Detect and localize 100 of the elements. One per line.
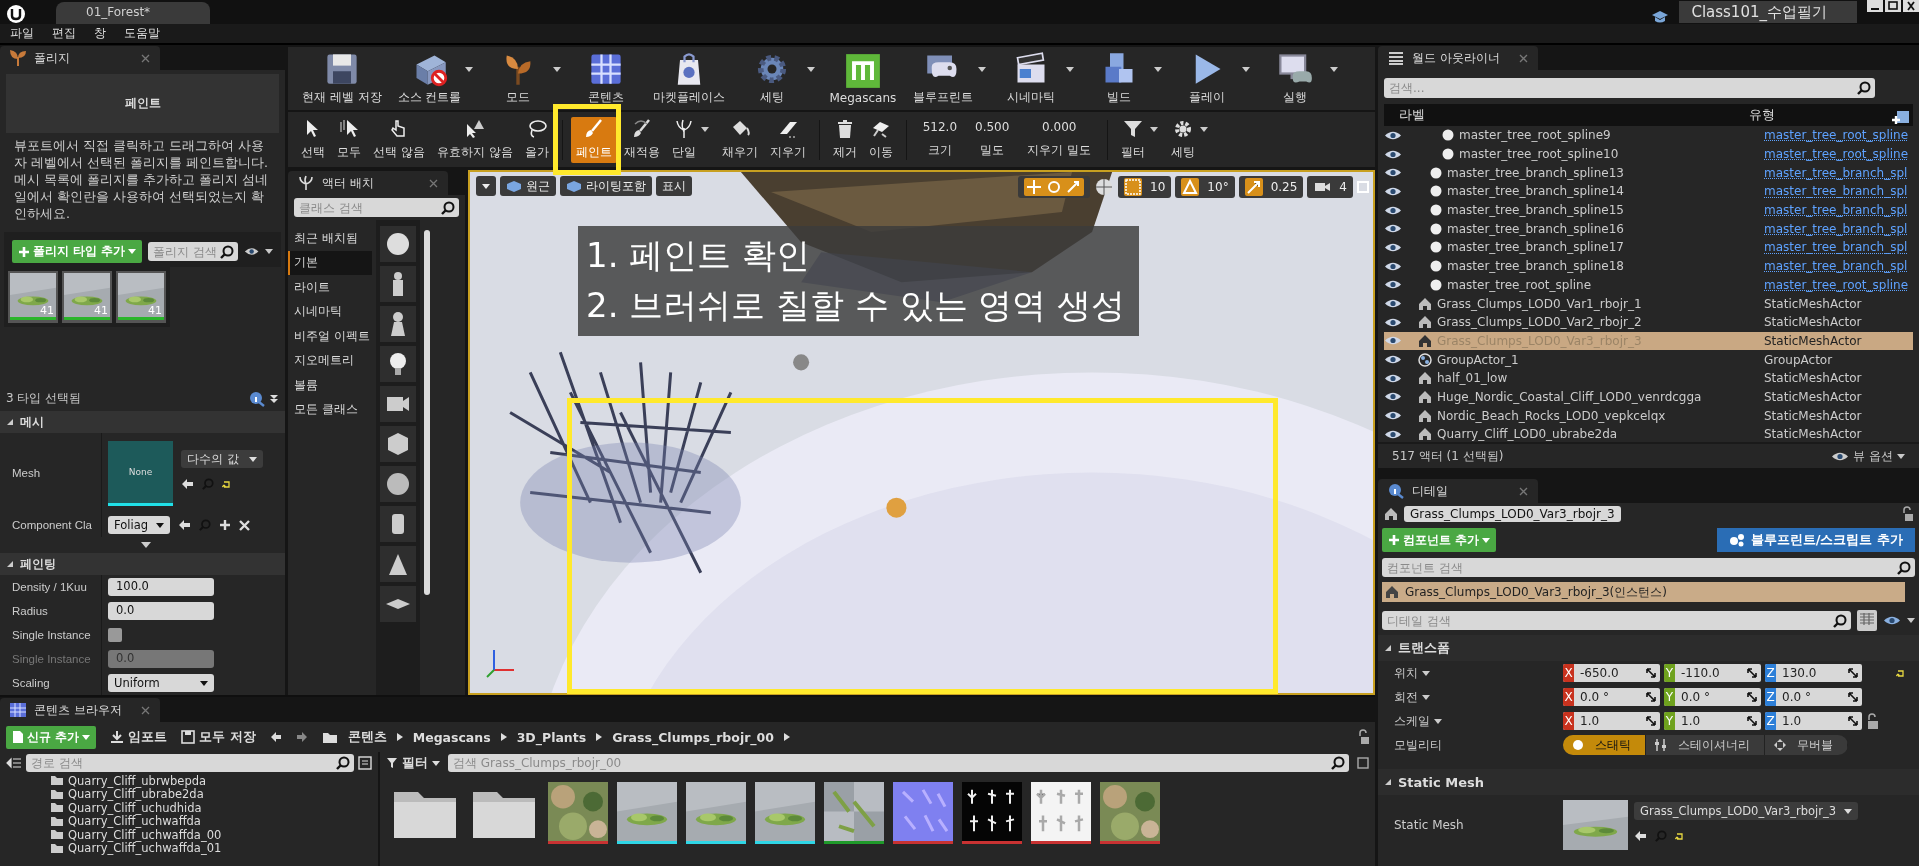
view-button[interactable]: 표시 xyxy=(656,176,692,196)
asset-tile[interactable] xyxy=(548,782,608,844)
outliner-row[interactable]: Grass_Clumps_LOD0_Var2_rbojr_2 StaticMeshActor xyxy=(1384,312,1913,332)
section-header[interactable]: 페인팅 xyxy=(0,553,285,575)
panel-tab[interactable]: 폴리지 xyxy=(0,46,160,70)
vector-field[interactable]: X 0.0 ° xyxy=(1563,688,1660,706)
toolbar-button[interactable]: Megascans xyxy=(823,48,903,109)
panel-tab[interactable]: 액터 배치 xyxy=(288,171,448,195)
outliner-row[interactable]: master_tree_branch_spline13 master_tree_branch_spl xyxy=(1384,163,1913,183)
mesh-dropdown[interactable]: Grass_Clumps_LOD0_Var3_rbojr_3 xyxy=(1634,802,1859,820)
breadcrumb-link[interactable]: 콘텐츠 xyxy=(347,728,387,746)
folder-item[interactable]: Quarry_Cliff_ubrwbepda xyxy=(68,774,207,788)
vector-field[interactable]: Z 0.0 ° xyxy=(1765,688,1862,706)
search-field[interactable]: 검색... xyxy=(1384,78,1875,98)
view-options-button[interactable]: 뷰 옵션 xyxy=(1831,447,1905,465)
type-link[interactable]: master_tree_branch_spl xyxy=(1764,259,1908,274)
outliner-row[interactable]: master_tree_root_spline master_tree_root_spline xyxy=(1384,275,1913,295)
mobility-option[interactable]: 스태틱 xyxy=(1563,735,1646,755)
type-link[interactable]: master_tree_root_spline xyxy=(1764,147,1909,162)
tool-button[interactable]: 이동 xyxy=(863,116,898,163)
breadcrumb-link[interactable]: Grass_Clumps_rbojr_00 xyxy=(612,729,774,745)
type-link[interactable]: master_tree_branch_spl xyxy=(1764,184,1908,199)
snap-button[interactable]: 4 xyxy=(1307,176,1353,198)
actor-tile[interactable] xyxy=(380,426,416,462)
snap-button[interactable]: 10 xyxy=(1118,176,1172,198)
outliner-row[interactable]: Huge_Nordic_Coastal_Cliff_LOD0_venrdcgga StaticMeshActor xyxy=(1384,387,1913,407)
asset-tile[interactable] xyxy=(755,782,815,844)
toolbar-button[interactable]: 실행 xyxy=(1258,48,1333,109)
category-item[interactable]: 기본 xyxy=(288,250,372,275)
panel-tab[interactable]: 디테일 xyxy=(1378,479,1538,503)
property-label-button[interactable]: 위치 xyxy=(1378,661,1563,685)
tool-button[interactable]: 선택 xyxy=(296,116,330,163)
vector-field[interactable]: Z 1.0 xyxy=(1765,712,1862,730)
asset-tile[interactable] xyxy=(1031,782,1091,844)
type-link[interactable]: master_tree_branch_spl xyxy=(1764,221,1908,236)
category-item[interactable]: 최근 배치됨 xyxy=(288,226,372,251)
vector-field[interactable]: X -650.0 xyxy=(1563,664,1660,682)
tool-button[interactable]: 단일 xyxy=(666,116,701,163)
toolbar-button[interactable]: 시네마틱 xyxy=(994,48,1069,109)
scrollbar[interactable] xyxy=(424,230,430,595)
tool-button[interactable]: 세팅 xyxy=(1166,116,1201,163)
folder-item[interactable]: Quarry_Cliff_uchwaffda xyxy=(68,814,201,829)
column-header[interactable]: 라벨 xyxy=(1399,106,1749,124)
value-field[interactable]: 0.0 xyxy=(108,602,214,620)
folder-item[interactable]: Quarry_Cliff_uchwaffda_01 xyxy=(68,841,222,856)
folder-item[interactable]: Quarry_Cliff_uchudhida xyxy=(68,800,202,815)
vector-field[interactable]: X 1.0 xyxy=(1563,712,1660,730)
outliner-row[interactable]: Nordic_Beach_Rocks_LOD0_vepkcelqx StaticMeshActor xyxy=(1384,406,1913,425)
actor-tile[interactable] xyxy=(380,586,416,622)
checkbox[interactable] xyxy=(108,628,122,642)
category-item[interactable]: 지오메트리 xyxy=(288,348,372,373)
menu-item[interactable]: 파일 xyxy=(10,25,34,42)
save-all-button[interactable]: 모두 저장 xyxy=(181,728,256,746)
actor-tile[interactable] xyxy=(380,386,416,422)
asset-tile[interactable] xyxy=(893,782,953,844)
toolbar-button[interactable]: 플레이 xyxy=(1170,48,1245,109)
name-field[interactable]: Grass_Clumps_LOD0_Var3_rbojr_3 xyxy=(1404,506,1621,522)
tool-button[interactable]: 선택 않음 xyxy=(368,116,430,163)
menu-item[interactable]: 창 xyxy=(94,25,106,42)
search-field[interactable]: 컴포넌트 검색 xyxy=(1382,558,1915,577)
type-link[interactable]: master_tree_branch_spl xyxy=(1764,240,1908,255)
filter-button[interactable]: 필터 xyxy=(386,754,440,772)
section-header[interactable]: 트랜스폼 xyxy=(1378,635,1919,661)
column-header[interactable]: 유형 xyxy=(1749,106,1913,124)
search-field[interactable]: 경로 검색 xyxy=(26,754,354,772)
tool-button[interactable]: 필터 xyxy=(1116,116,1151,163)
toolbar-button[interactable]: 세팅 xyxy=(735,48,810,109)
tool-button[interactable]: 채우기 xyxy=(716,116,763,163)
actor-tile[interactable] xyxy=(380,466,416,502)
tool-button[interactable]: 재적용 xyxy=(618,116,665,163)
outliner-row[interactable]: Grass_Clumps_LOD0_Var1_rbojr_1 StaticMeshActor xyxy=(1384,294,1913,313)
toolbar-button[interactable]: 빌드 xyxy=(1082,48,1157,109)
vector-field[interactable]: Y 0.0 ° xyxy=(1664,688,1761,706)
folder-item[interactable]: Quarry_Cliff_uchwaffda_00 xyxy=(68,827,222,842)
value-dropdown[interactable]: Uniform xyxy=(108,674,214,692)
vector-field[interactable]: Y 1.0 xyxy=(1664,712,1761,730)
section-header[interactable]: 메시 xyxy=(0,411,285,433)
search-field[interactable]: 검색 Grass_Clumps_rbojr_00 xyxy=(448,754,1349,772)
toolbar-button[interactable]: 모드 xyxy=(481,48,556,109)
outliner-row[interactable]: master_tree_branch_spline17 master_tree_branch_spl xyxy=(1384,238,1913,257)
panel-tab[interactable]: 콘텐츠 브라우저 xyxy=(0,698,160,722)
search-field[interactable]: 디테일 검색 xyxy=(1382,611,1851,630)
asset-tile[interactable] xyxy=(1100,782,1160,844)
transform-tools[interactable] xyxy=(1018,176,1091,198)
section-header[interactable]: 페인트 xyxy=(6,74,279,133)
breadcrumb-link[interactable]: Megascans xyxy=(412,729,491,745)
asset-tile[interactable] xyxy=(962,782,1022,844)
view-menu-button[interactable] xyxy=(476,176,496,196)
tool-button[interactable]: 지우기 xyxy=(764,116,811,163)
toolbar-button[interactable]: 현재 레벨 저장 xyxy=(296,48,388,109)
category-item[interactable]: 시네마틱 xyxy=(288,299,372,324)
toolbar-button[interactable]: 콘텐츠 xyxy=(569,48,644,109)
vector-field[interactable]: Y -110.0 xyxy=(1664,664,1761,682)
document-tab[interactable]: 01_Forest* xyxy=(56,2,211,24)
toolbar-button[interactable]: 소스 컨트롤 xyxy=(391,48,468,109)
actor-tile[interactable] xyxy=(380,506,416,542)
asset-tile[interactable] xyxy=(686,782,746,844)
snap-button[interactable]: 0.25 xyxy=(1238,176,1304,198)
outliner-row[interactable]: master_tree_branch_spline14 master_tree_branch_spl xyxy=(1384,182,1913,201)
mobility-option[interactable]: 무버블 xyxy=(1765,735,1848,755)
